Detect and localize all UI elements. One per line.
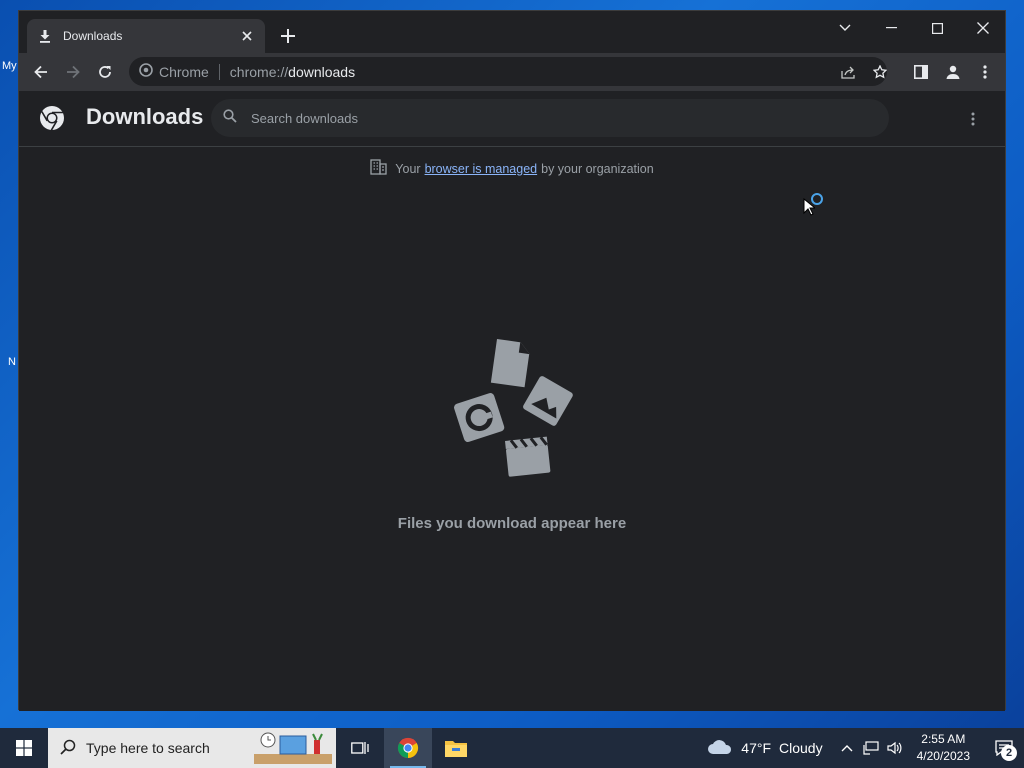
tab-downloads[interactable]: Downloads bbox=[27, 19, 265, 53]
chrome-icon bbox=[139, 63, 153, 80]
side-panel-icon[interactable] bbox=[907, 58, 935, 86]
close-window-button[interactable] bbox=[963, 13, 1003, 43]
building-icon bbox=[370, 159, 387, 178]
profile-icon[interactable] bbox=[939, 58, 967, 86]
downloads-page: Downloads Your browser is managed by you… bbox=[19, 91, 1005, 711]
managed-prefix: Your bbox=[395, 161, 421, 176]
minimize-button[interactable] bbox=[871, 13, 911, 43]
tab-title: Downloads bbox=[63, 29, 123, 43]
managed-suffix: by your organization bbox=[541, 161, 654, 176]
chrome-window: Downloads Chrome chrome:// downloads Dow… bbox=[18, 10, 1006, 711]
reload-button[interactable] bbox=[91, 58, 119, 86]
new-tab-button[interactable] bbox=[277, 25, 299, 47]
taskbar-search-box[interactable]: Type here to search bbox=[48, 728, 336, 768]
desktop-label-fragment: N bbox=[8, 356, 16, 368]
volume-icon[interactable] bbox=[883, 728, 907, 768]
task-view-button[interactable] bbox=[336, 728, 384, 768]
address-bar[interactable]: Chrome chrome:// downloads bbox=[129, 57, 887, 86]
search-box[interactable] bbox=[211, 99, 889, 137]
system-tray: 47°F Cloudy 2:55 AM 4/20/2023 2 bbox=[699, 728, 1024, 768]
desktop-label-fragment: My bbox=[2, 60, 17, 72]
start-button[interactable] bbox=[0, 728, 48, 768]
empty-downloads-illustration bbox=[449, 337, 579, 497]
maximize-button[interactable] bbox=[917, 13, 957, 43]
search-highlight-illustration-icon bbox=[254, 732, 332, 767]
clock-date: 4/20/2023 bbox=[916, 749, 970, 763]
taskbar-search-placeholder: Type here to search bbox=[86, 740, 210, 756]
mouse-cursor-icon bbox=[803, 197, 817, 221]
browser-managed-link[interactable]: browser is managed bbox=[425, 162, 538, 176]
notification-center-button[interactable]: 2 bbox=[984, 728, 1024, 768]
search-downloads-input[interactable] bbox=[251, 110, 889, 126]
bookmark-star-icon[interactable] bbox=[869, 61, 891, 83]
page-title: Downloads bbox=[86, 104, 204, 129]
title-bar: Downloads bbox=[19, 11, 1005, 53]
managed-notice: Your browser is managed by your organiza… bbox=[19, 159, 1005, 178]
back-button[interactable] bbox=[27, 58, 55, 86]
share-icon[interactable] bbox=[837, 61, 859, 83]
close-tab-icon[interactable] bbox=[239, 28, 255, 44]
search-icon bbox=[223, 108, 237, 128]
chrome-menu-icon[interactable] bbox=[971, 58, 999, 86]
taskbar-chrome-button[interactable] bbox=[384, 728, 432, 768]
downloads-header: Downloads bbox=[19, 91, 1005, 147]
weather-condition: Cloudy bbox=[779, 740, 823, 756]
download-icon bbox=[37, 28, 53, 44]
cloud-icon bbox=[707, 739, 733, 758]
browser-toolbar: Chrome chrome:// downloads bbox=[19, 53, 1005, 91]
file-explorer-button[interactable] bbox=[432, 728, 480, 768]
weather-temperature: 47°F bbox=[741, 740, 772, 756]
tab-search-button[interactable] bbox=[825, 13, 865, 43]
chevron-up-icon[interactable] bbox=[835, 728, 859, 768]
chrome-logo-icon bbox=[39, 105, 65, 131]
search-icon bbox=[60, 739, 76, 758]
clock-time: 2:55 AM bbox=[921, 732, 966, 746]
more-actions-icon[interactable] bbox=[961, 107, 985, 131]
network-icon[interactable] bbox=[859, 728, 883, 768]
clock[interactable]: 2:55 AM 4/20/2023 bbox=[917, 731, 970, 765]
site-label: Chrome bbox=[159, 63, 209, 80]
omnibox-separator bbox=[218, 63, 220, 80]
url-host: downloads bbox=[288, 63, 356, 80]
empty-state-message: Files you download appear here bbox=[397, 515, 627, 532]
forward-button[interactable] bbox=[59, 58, 87, 86]
weather-widget[interactable]: 47°F Cloudy bbox=[699, 739, 823, 758]
notification-count-badge: 2 bbox=[1001, 745, 1017, 761]
taskbar: Type here to search 47°F Cloudy 2:55 AM … bbox=[0, 728, 1024, 768]
url-scheme: chrome:// bbox=[229, 63, 289, 80]
